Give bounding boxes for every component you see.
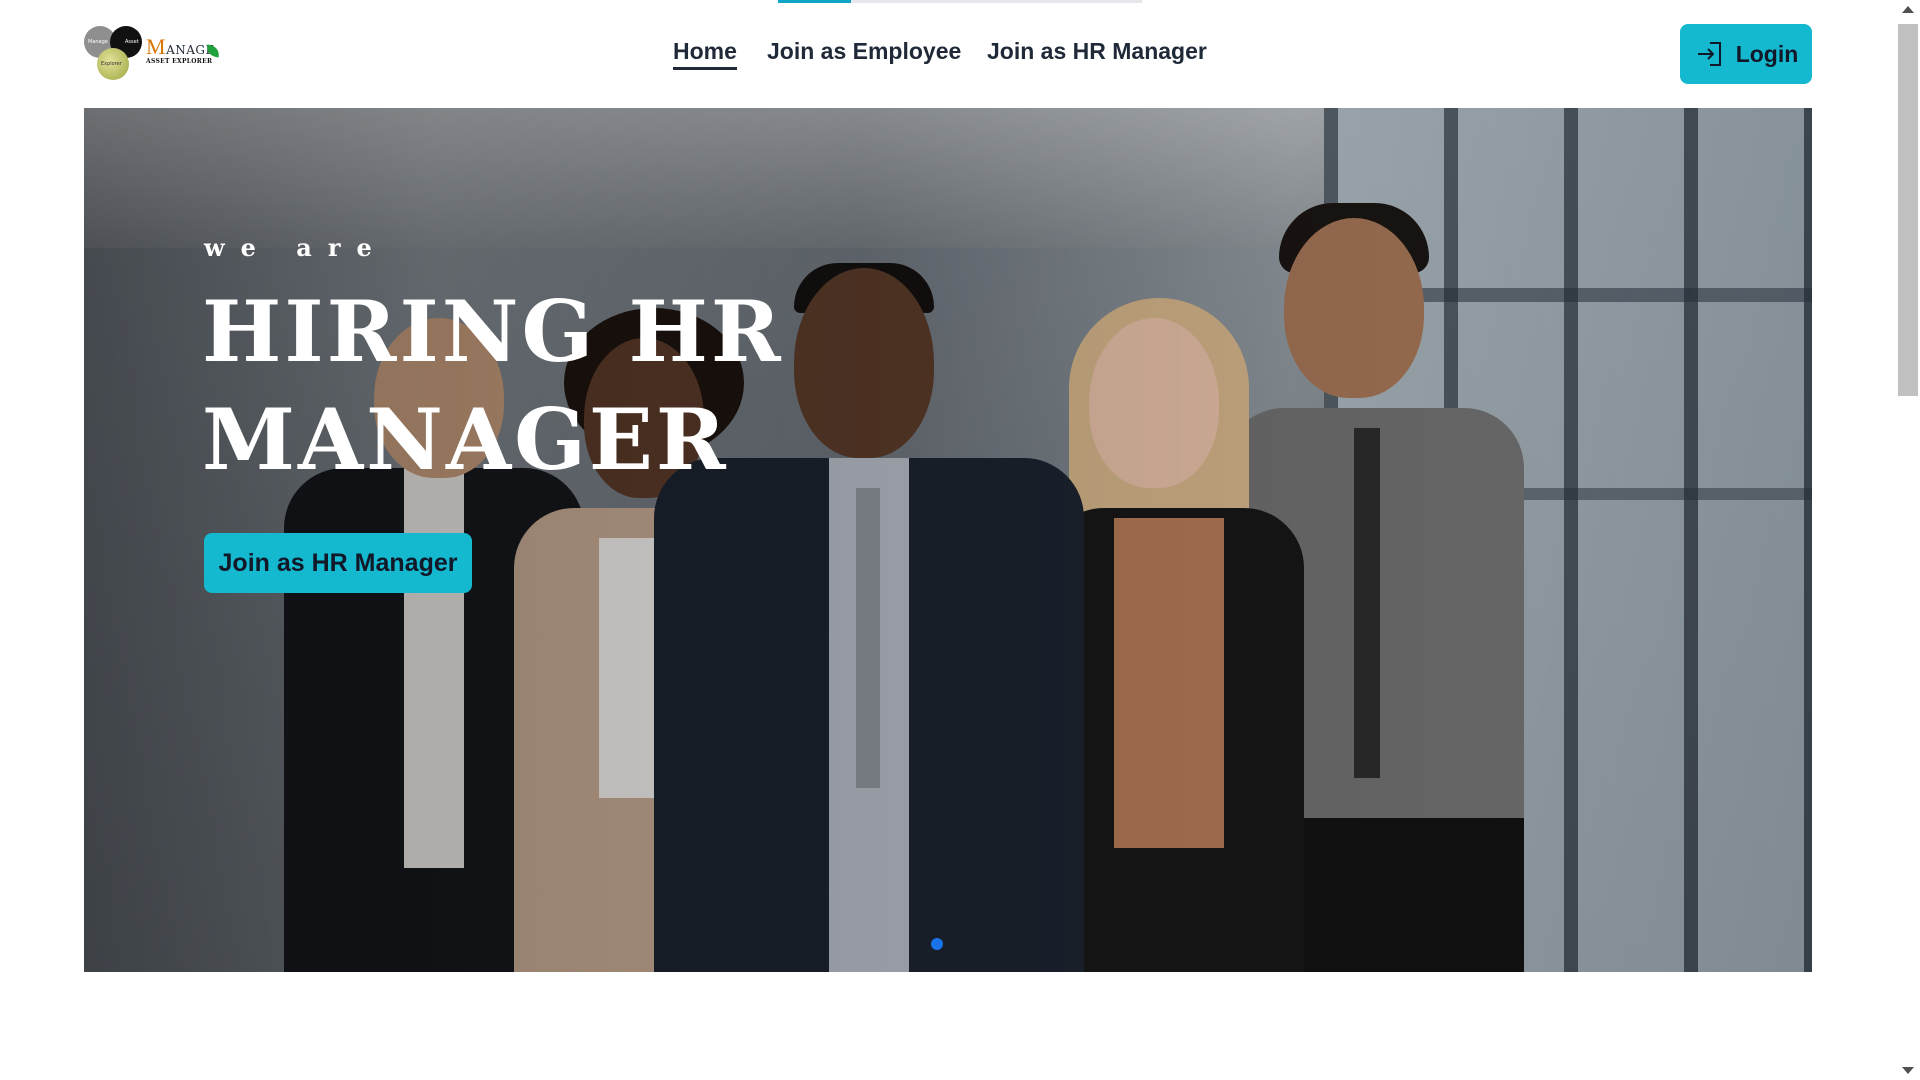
login-button[interactable]: Login [1680, 24, 1812, 84]
page-scrollbar[interactable] [1896, 0, 1920, 1080]
hero-banner: we are HIRING HR MANAGER Join as HR Mana… [84, 108, 1812, 972]
join-hr-manager-button[interactable]: Join as HR Manager [204, 533, 472, 593]
hero-title: HIRING HR MANAGER [202, 282, 784, 489]
scroll-down-arrow-icon[interactable] [1902, 1067, 1914, 1074]
login-arrow-icon [1697, 42, 1721, 66]
scroll-thumb[interactable] [1898, 24, 1918, 396]
navbar: Manage Asset Explorer MANAGE ASSET EXPLO… [0, 0, 1896, 108]
hero-eyebrow: we are [204, 233, 388, 262]
nav-join-hr-manager-link[interactable]: Join as HR Manager [987, 38, 1207, 65]
scroll-up-arrow-icon[interactable] [1902, 6, 1914, 13]
login-label: Login [1735, 40, 1799, 67]
nav-join-employee-link[interactable]: Join as Employee [767, 38, 961, 65]
nav-home-link[interactable]: Home [673, 38, 737, 70]
slider-dot-active[interactable] [931, 938, 943, 950]
main-nav: Home Join as Employee Join as HR Manager [0, 38, 1896, 70]
